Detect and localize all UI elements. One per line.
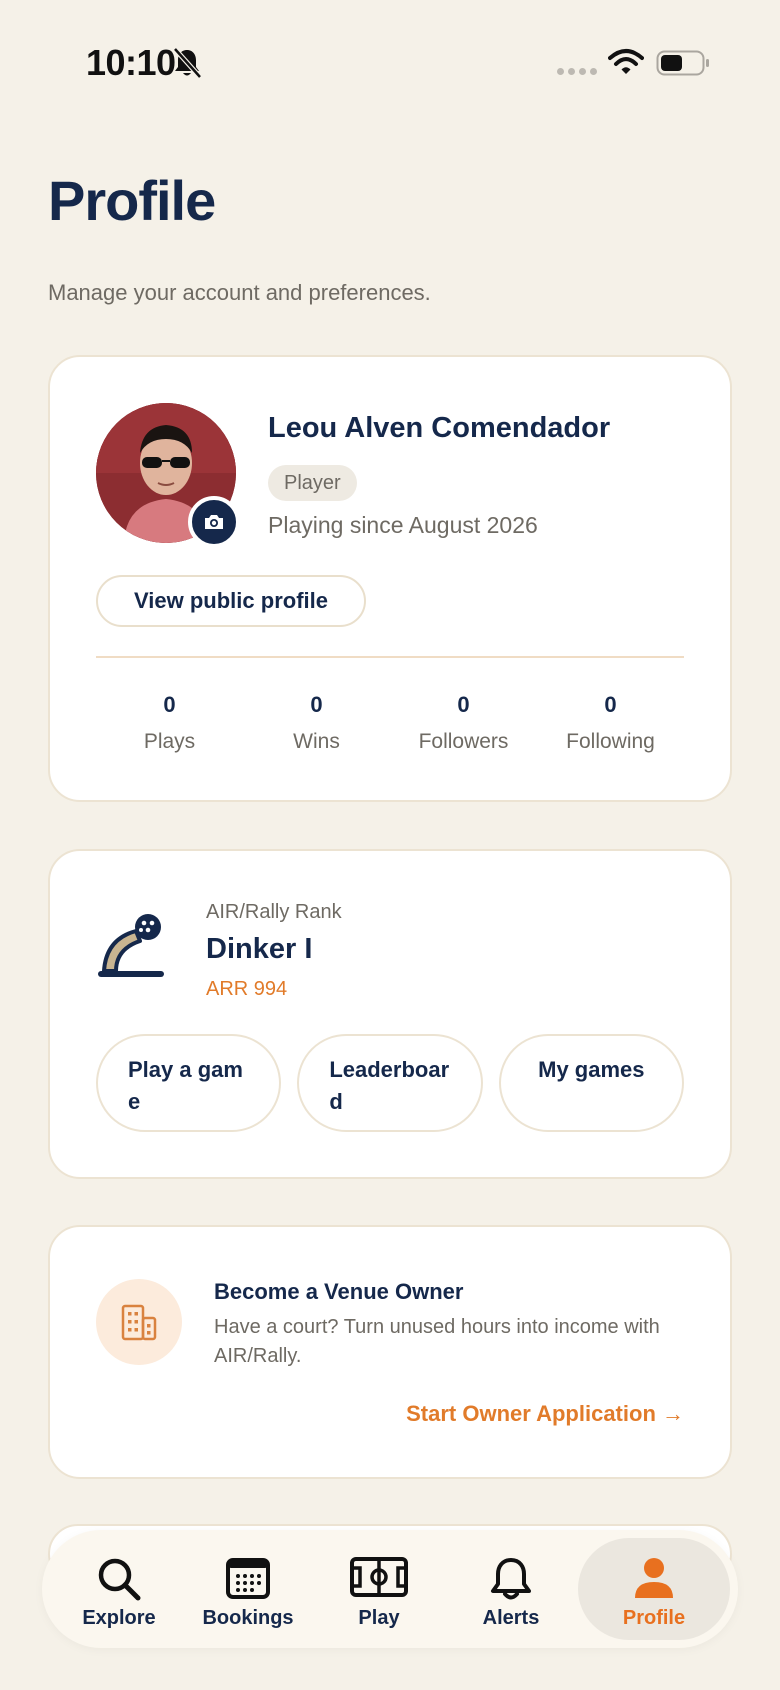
rank-card: AIR/Rally Rank Dinker I ARR 994 Play a g…: [48, 849, 732, 1179]
page-title: Profile: [48, 169, 216, 232]
stat-value: 0: [163, 692, 176, 717]
bottom-tab-bar: Explore Bookings Play Alerts Profile: [42, 1530, 738, 1648]
tab-bookings[interactable]: Bookings: [183, 1538, 313, 1640]
change-photo-button[interactable]: [188, 496, 240, 548]
rank-actions: Play a game Leaderboard My games: [96, 1034, 684, 1132]
tab-label: Play: [358, 1607, 400, 1629]
tab-explore[interactable]: Explore: [54, 1538, 184, 1640]
stat-value: 0: [457, 692, 470, 717]
venue-owner-description: Have a court? Turn unused hours into inc…: [214, 1316, 660, 1367]
tab-profile[interactable]: Profile: [578, 1538, 730, 1640]
tab-label: Explore: [82, 1607, 156, 1629]
stat-value: 0: [604, 692, 617, 717]
cellular-signal-icon: [557, 68, 597, 75]
leaderboard-button[interactable]: Leaderboard: [297, 1034, 483, 1132]
status-time: 10:10: [86, 42, 176, 83]
stat-label: Following: [566, 730, 655, 753]
paddle-rank-icon: [98, 914, 164, 977]
rank-caption: AIR/Rally Rank: [206, 901, 342, 923]
venue-owner-card: Become a Venue Owner Have a court? Turn …: [48, 1225, 732, 1479]
stat-label: Wins: [293, 730, 340, 753]
stat-label: Followers: [418, 730, 509, 753]
tab-alerts[interactable]: Alerts: [446, 1538, 576, 1640]
bell-icon: [491, 1558, 531, 1600]
stat-plays[interactable]: 0 Plays: [96, 692, 243, 754]
stat-wins[interactable]: 0 Wins: [243, 692, 390, 754]
role-badge: Player: [268, 465, 357, 501]
profile-card: Leou Alven Comendador Player Playing sin…: [48, 355, 732, 802]
battery-icon: [656, 50, 709, 76]
rank-name: Dinker I: [206, 933, 313, 965]
tab-play[interactable]: Play: [314, 1538, 444, 1640]
status-bar: 10:10: [0, 0, 780, 130]
rank-score: ARR 994: [206, 978, 288, 1000]
play-a-game-button[interactable]: Play a game: [96, 1034, 282, 1132]
my-games-button[interactable]: My games: [498, 1034, 684, 1132]
calendar-icon: [226, 1558, 270, 1599]
page-subtitle: Manage your account and preferences.: [48, 280, 431, 305]
stat-label: Plays: [143, 730, 196, 753]
tab-label: Bookings: [202, 1607, 294, 1629]
member-since: Playing since August 2026: [268, 512, 538, 538]
stat-value: 0: [310, 692, 323, 717]
tab-label: Profile: [622, 1607, 686, 1629]
stat-following[interactable]: 0 Following: [537, 692, 684, 754]
search-icon: [98, 1558, 141, 1601]
court-icon: [350, 1557, 408, 1597]
stat-followers[interactable]: 0 Followers: [390, 692, 537, 754]
start-owner-application-link[interactable]: Start Owner Application →: [406, 1401, 684, 1427]
divider: [96, 656, 684, 658]
camera-icon: [205, 515, 223, 529]
stats-row: 0 Plays 0 Wins 0 Followers 0 Following: [96, 692, 684, 754]
wifi-icon: [608, 49, 644, 74]
building-icon: [96, 1279, 182, 1365]
profile-name: Leou Alven Comendador: [268, 412, 611, 444]
tab-label: Alerts: [482, 1607, 540, 1629]
view-public-profile-button[interactable]: View public profile: [96, 575, 366, 627]
person-icon: [635, 1558, 673, 1598]
venue-owner-title: Become a Venue Owner: [214, 1279, 464, 1304]
bell-muted-icon: [173, 47, 202, 79]
